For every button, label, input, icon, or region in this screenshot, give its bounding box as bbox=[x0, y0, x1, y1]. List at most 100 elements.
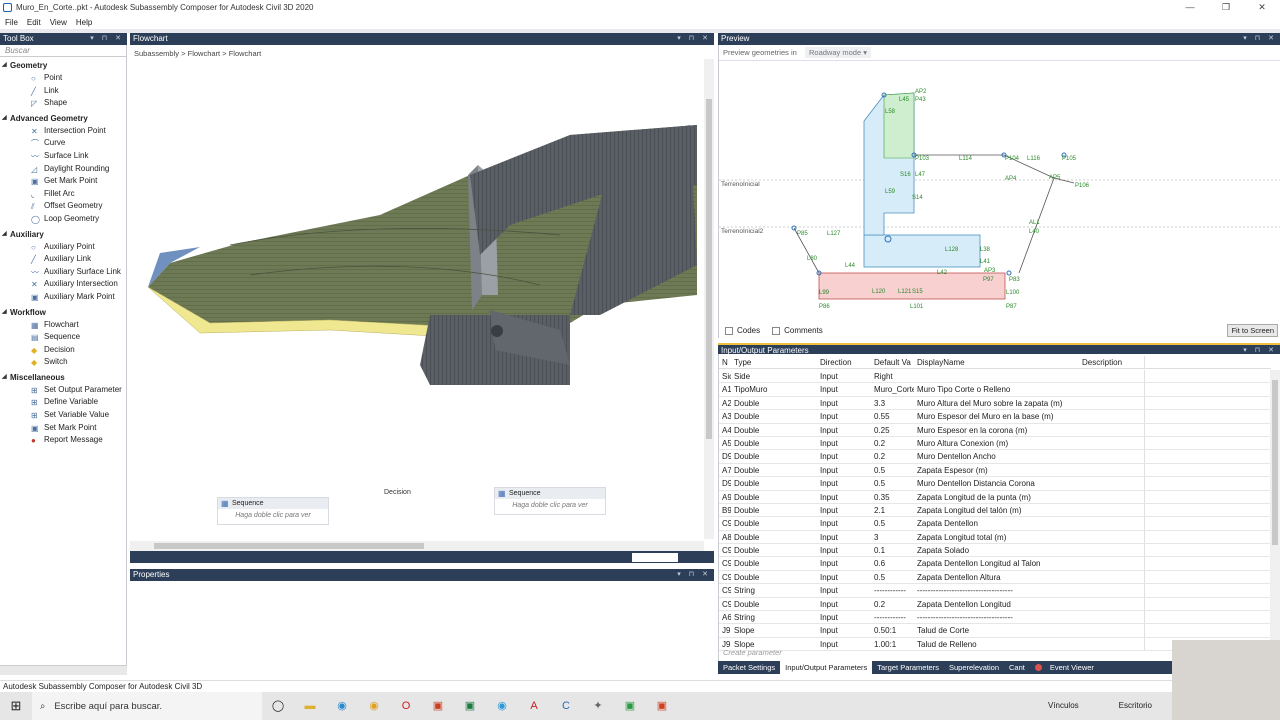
table-cell[interactable]: D9 bbox=[719, 477, 731, 489]
table-row[interactable]: A6 String Input ------------ ---------------… bbox=[719, 611, 1271, 625]
table-cell[interactable]: Zapata Dentellon Longitud bbox=[914, 598, 1079, 610]
tool-offset-geometry[interactable]: ⫽ Offset Geometry bbox=[0, 200, 126, 213]
table-cell[interactable] bbox=[1079, 410, 1145, 423]
tool-auxiliary-point[interactable]: ○ Auxiliary Point bbox=[0, 241, 126, 254]
app-icon[interactable]: ✦ bbox=[582, 692, 614, 720]
table-cell[interactable]: Input bbox=[817, 491, 871, 503]
tab-superelevation[interactable]: Superelevation bbox=[944, 661, 1004, 674]
menu-view[interactable]: View bbox=[50, 18, 67, 27]
zoom-input[interactable] bbox=[632, 553, 678, 562]
table-cell[interactable]: Input bbox=[817, 531, 871, 543]
table-cell[interactable]: String bbox=[731, 584, 817, 596]
column-header[interactable]: N bbox=[719, 356, 731, 368]
table-cell[interactable]: Input bbox=[817, 424, 871, 436]
table-cell[interactable]: Zapata Longitud de la punta (m) bbox=[914, 491, 1079, 503]
table-cell[interactable]: 0.2 bbox=[871, 450, 914, 462]
table-cell[interactable]: Muro_Corte bbox=[871, 383, 914, 395]
camtasia-icon[interactable]: ▣ bbox=[614, 692, 646, 720]
table-row[interactable]: D9DoubleInput0.2Muro Dentellon Ancho bbox=[719, 450, 1271, 464]
column-header[interactable]: DisplayName bbox=[914, 356, 1079, 368]
table-cell[interactable]: Talud de Corte bbox=[914, 624, 1079, 636]
tool-loop-geometry[interactable]: ◯ Loop Geometry bbox=[0, 213, 126, 226]
menu-file[interactable]: File bbox=[5, 18, 18, 27]
tab-cant[interactable]: Cant bbox=[1004, 661, 1030, 674]
column-header[interactable]: Default Va bbox=[871, 356, 914, 368]
table-cell[interactable]: 0.5 bbox=[871, 571, 914, 583]
menu-edit[interactable]: Edit bbox=[27, 18, 41, 27]
table-cell[interactable]: J9 bbox=[719, 624, 731, 636]
table-cell[interactable]: Slope bbox=[731, 624, 817, 636]
table-cell[interactable]: A6 bbox=[719, 611, 731, 623]
table-cell[interactable]: 0.5 bbox=[871, 477, 914, 489]
tool-get-mark-point[interactable]: ▣ Get Mark Point bbox=[0, 175, 126, 188]
table-cell[interactable] bbox=[1079, 611, 1145, 624]
tool-auxiliary-intersection[interactable]: ✕ Auxiliary Intersection bbox=[0, 278, 126, 291]
table-cell[interactable]: A8 bbox=[719, 531, 731, 543]
table-row[interactable]: C9DoubleInput0.6Zapata Dentellon Longitu… bbox=[719, 557, 1271, 571]
table-cell[interactable]: C9 bbox=[719, 598, 731, 610]
tray-links[interactable]: Vínculos bbox=[1048, 692, 1079, 720]
table-cell[interactable]: 0.2 bbox=[871, 598, 914, 610]
flowchart-canvas[interactable]: Subassembly > Flowchart > Flowchart ▦ Se… bbox=[130, 45, 714, 563]
comments-checkbox[interactable]: Comments bbox=[772, 326, 823, 335]
panel-controls[interactable]: ▾ ⊓ ✕ bbox=[90, 33, 124, 45]
table-cell[interactable]: Zapata Dentellon Longitud al Talon bbox=[914, 557, 1079, 569]
tool-flowchart[interactable]: ▦ Flowchart bbox=[0, 319, 126, 332]
table-cell[interactable]: Input bbox=[817, 544, 871, 556]
table-cell[interactable] bbox=[1079, 450, 1145, 463]
table-cell[interactable] bbox=[1079, 597, 1145, 611]
table-cell[interactable] bbox=[1079, 503, 1145, 517]
menu-help[interactable]: Help bbox=[76, 18, 92, 27]
table-row[interactable]: A8 Double Input 3 Zapata Longitud total (m) bbox=[719, 530, 1271, 545]
table-row[interactable]: A2 Double Input 3.3 Muro Altura del Muro sob… bbox=[719, 396, 1271, 411]
table-cell[interactable]: Double bbox=[731, 517, 817, 529]
table-cell[interactable]: Input bbox=[817, 383, 871, 395]
table-row[interactable]: A5 Double Input 0.2 Muro Altura Conexion (m) bbox=[719, 436, 1271, 451]
preview-mode-select[interactable]: Roadway mode ▾ bbox=[805, 47, 871, 58]
table-cell[interactable]: Input bbox=[817, 557, 871, 569]
table-cell[interactable]: A1 bbox=[719, 383, 731, 395]
table-cell[interactable]: 3 bbox=[871, 531, 914, 543]
table-cell[interactable]: Double bbox=[731, 544, 817, 556]
table-cell[interactable]: Muro Dentellon Distancia Corona bbox=[914, 477, 1079, 489]
tool-set-mark-point[interactable]: ▣ Set Mark Point bbox=[0, 422, 126, 435]
table-cell[interactable]: 0.5 bbox=[871, 464, 914, 476]
table-cell[interactable]: C9 bbox=[719, 557, 731, 569]
tab-target-parameters[interactable]: Target Parameters bbox=[872, 661, 944, 674]
group-header[interactable]: Auxiliary bbox=[0, 228, 126, 241]
table-cell[interactable]: Double bbox=[731, 464, 817, 476]
scroll-thumb[interactable] bbox=[706, 99, 712, 439]
table-cell[interactable]: Right bbox=[871, 370, 914, 382]
group-header[interactable]: Advanced Geometry bbox=[0, 112, 126, 125]
telegram-icon[interactable]: ◉ bbox=[486, 692, 518, 720]
table-cell[interactable]: ------------------------------------ bbox=[914, 611, 1079, 623]
table-cell[interactable]: Double bbox=[731, 531, 817, 543]
table-cell[interactable]: 1.00:1 bbox=[871, 638, 914, 650]
panel-controls[interactable]: ▾ ⊓ ✕ bbox=[677, 569, 711, 581]
task-view-icon[interactable]: ◯ bbox=[262, 692, 294, 720]
table-cell[interactable]: Zapata Longitud del talón (m) bbox=[914, 504, 1079, 516]
table-cell[interactable] bbox=[1079, 624, 1145, 637]
table-cell[interactable]: Side bbox=[731, 370, 817, 382]
table-cell[interactable]: Double bbox=[731, 477, 817, 489]
table-cell[interactable]: Input bbox=[817, 638, 871, 650]
table-cell[interactable] bbox=[1079, 570, 1145, 584]
table-cell[interactable]: 0.35 bbox=[871, 491, 914, 503]
table-cell[interactable]: Muro Tipo Corte o Relleno bbox=[914, 383, 1079, 395]
table-cell[interactable]: Double bbox=[731, 424, 817, 436]
table-cell[interactable]: Double bbox=[731, 571, 817, 583]
opera-icon[interactable]: O bbox=[390, 692, 422, 720]
sequence-node-left[interactable]: Sequence Haga doble clic para ver bbox=[217, 497, 329, 525]
tab-io-parameters[interactable]: Input/Output Parameters bbox=[780, 661, 873, 674]
table-cell[interactable] bbox=[1079, 383, 1145, 396]
table-cell[interactable] bbox=[1079, 396, 1145, 410]
tool-auxiliary-mark-point[interactable]: ▣ Auxiliary Mark Point bbox=[0, 291, 126, 304]
windows-start-icon[interactable]: ⊞ bbox=[0, 698, 32, 714]
table-cell[interactable] bbox=[1079, 544, 1145, 557]
table-cell[interactable]: C9 bbox=[719, 544, 731, 556]
maximize-button[interactable]: ❐ bbox=[1208, 0, 1244, 15]
minimize-button[interactable]: — bbox=[1172, 0, 1208, 15]
table-row[interactable]: A3 Double Input 0.55 Muro Espesor del Muro e… bbox=[719, 410, 1271, 424]
tab-packet-settings[interactable]: Packet Settings bbox=[718, 661, 780, 674]
table-cell[interactable]: 0.2 bbox=[871, 437, 914, 449]
